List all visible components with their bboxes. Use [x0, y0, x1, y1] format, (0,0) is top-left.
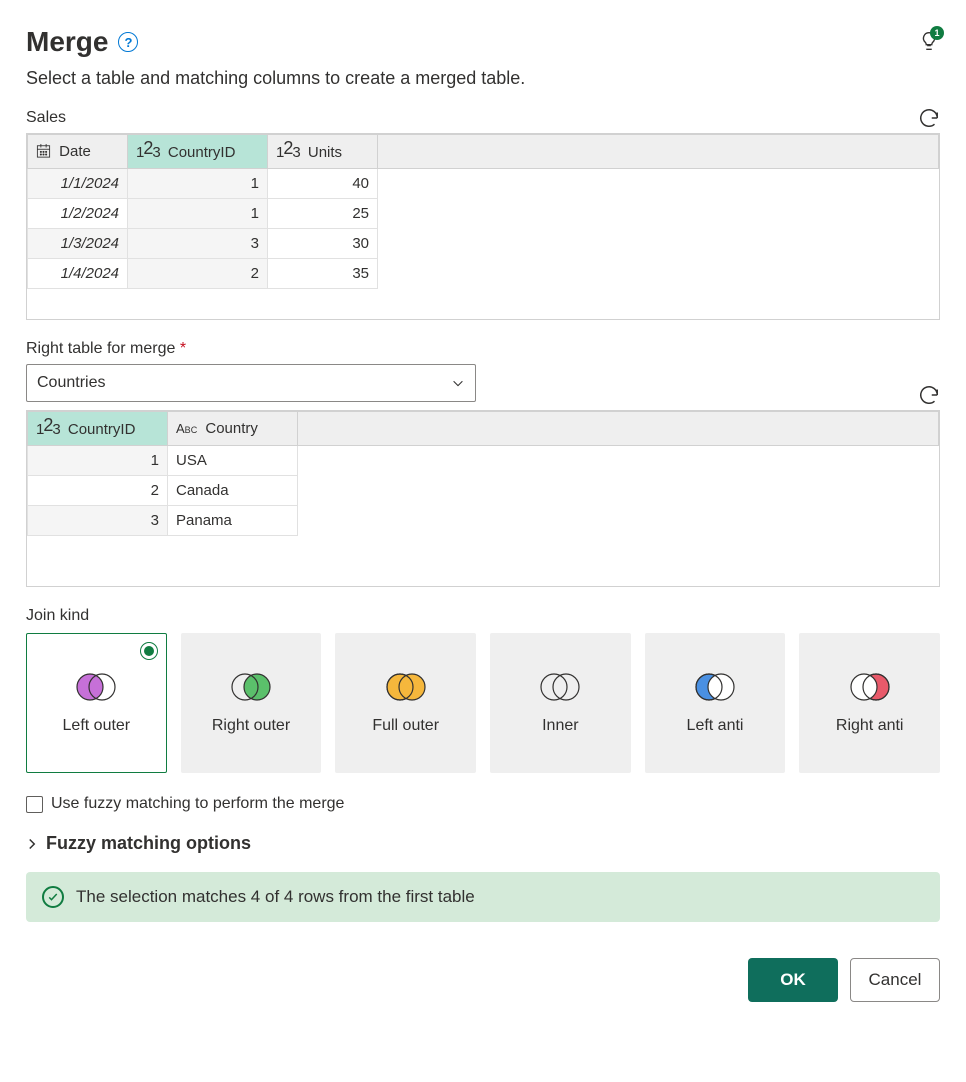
right-table-dropdown[interactable]: Countries: [26, 364, 476, 402]
col-header-units[interactable]: 123 Units: [268, 135, 378, 169]
table-row[interactable]: 1/1/2024140: [28, 169, 939, 199]
join-left-outer[interactable]: Left outer: [26, 633, 167, 773]
join-full-outer[interactable]: Full outer: [335, 633, 476, 773]
table1[interactable]: Date 123 CountryID 123 Units 1/1/2024140…: [27, 134, 939, 289]
venn-right-anti-icon: [846, 671, 894, 703]
ok-button[interactable]: OK: [748, 958, 838, 1002]
refresh-icon[interactable]: [918, 384, 940, 406]
col-header-country[interactable]: ABC Country: [168, 412, 298, 446]
fuzzy-matching-checkbox[interactable]: [26, 796, 43, 813]
table-row[interactable]: 1USA: [28, 446, 939, 476]
table2[interactable]: 123 CountryID ABC Country 1USA 2Canada 3…: [27, 411, 939, 536]
join-kind-label: Join kind: [26, 607, 940, 625]
table-row[interactable]: 1/4/2024235: [28, 259, 939, 289]
refresh-icon[interactable]: [918, 107, 940, 129]
right-table-label: Right table for merge: [26, 340, 175, 357]
tips-badge: 1: [930, 26, 944, 40]
venn-inner-icon: [536, 671, 584, 703]
page-title: Merge: [26, 26, 108, 58]
check-circle-icon: [42, 886, 64, 908]
number-type-icon: 123: [276, 141, 300, 162]
venn-right-outer-icon: [227, 671, 275, 703]
join-inner[interactable]: Inner: [490, 633, 631, 773]
col-header-countryid[interactable]: 123 CountryID: [28, 412, 168, 446]
chevron-right-icon: [26, 838, 38, 850]
join-left-anti[interactable]: Left anti: [645, 633, 786, 773]
table-row[interactable]: 1/3/2024330: [28, 229, 939, 259]
join-kind-selector: Left outer Right outer Full outer Inner: [26, 633, 940, 773]
cancel-button[interactable]: Cancel: [850, 958, 940, 1002]
chevron-down-icon: [451, 376, 465, 390]
status-banner: The selection matches 4 of 4 rows from t…: [26, 872, 940, 922]
venn-full-outer-icon: [382, 671, 430, 703]
number-type-icon: 123: [36, 418, 60, 439]
radio-selected-icon: [140, 642, 158, 660]
col-header-countryid[interactable]: 123 CountryID: [128, 135, 268, 169]
col-header-date[interactable]: Date: [28, 135, 128, 169]
fuzzy-options-expander[interactable]: Fuzzy matching options: [26, 833, 940, 854]
table-row[interactable]: 2Canada: [28, 476, 939, 506]
venn-left-anti-icon: [691, 671, 739, 703]
text-type-icon: ABC: [176, 421, 197, 436]
help-icon[interactable]: ?: [118, 32, 138, 52]
fuzzy-matching-label: Use fuzzy matching to perform the merge: [51, 795, 344, 813]
table-row[interactable]: 1/2/2024125: [28, 199, 939, 229]
number-type-icon: 123: [136, 141, 160, 162]
table-row[interactable]: 3Panama: [28, 506, 939, 536]
table1-name: Sales: [26, 109, 66, 127]
tips-button[interactable]: 1: [918, 30, 940, 55]
subtitle: Select a table and matching columns to c…: [26, 68, 940, 89]
venn-left-outer-icon: [72, 671, 120, 703]
join-right-outer[interactable]: Right outer: [181, 633, 322, 773]
join-right-anti[interactable]: Right anti: [799, 633, 940, 773]
